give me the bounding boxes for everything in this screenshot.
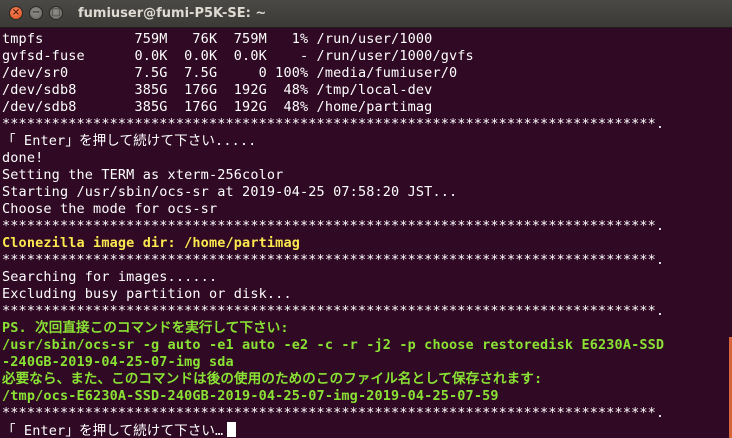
close-icon[interactable]: × <box>9 6 23 20</box>
terminal-line-text: /dev/sdb8 385G 176G 192G 48% /tmp/local-… <box>2 82 433 98</box>
terminal-line: gvfsd-fuse 0.0K 0.0K 0.0K - /run/user/10… <box>2 48 729 65</box>
terminal-line: /dev/sdb8 385G 176G 192G 48% /home/parti… <box>2 99 729 116</box>
terminal-line: ****************************************… <box>2 116 729 133</box>
terminal-line: -240GB-2019-04-25-07-img sda <box>2 354 729 371</box>
minimize-icon[interactable]: − <box>29 6 43 20</box>
terminal-line-text: ****************************************… <box>2 218 665 234</box>
terminal-line: ****************************************… <box>2 303 729 320</box>
terminal-line-text: /usr/sbin/ocs-sr -g auto -e1 auto -e2 -c… <box>2 337 665 353</box>
terminal-line-text: Starting /usr/sbin/ocs-sr at 2019-04-25 … <box>2 184 458 200</box>
terminal-line-text: ****************************************… <box>2 303 665 319</box>
terminal-line: /usr/sbin/ocs-sr -g auto -e1 auto -e2 -c… <box>2 337 729 354</box>
terminal-line-text: 「 Enter」を押して続けて下さい… <box>2 423 224 438</box>
terminal-line-text: /dev/sr0 7.5G 7.5G 0 100% /media/fumiuse… <box>2 65 458 81</box>
terminal-line-text: tmpfs 759M 76K 759M 1% /run/user/1000 <box>2 31 433 47</box>
terminal-line: Choose the mode for ocs-sr <box>2 201 729 218</box>
terminal-line: /tmp/ocs-E6230A-SSD-240GB-2019-04-25-07-… <box>2 388 729 405</box>
terminal-line-text: done! <box>2 150 44 166</box>
terminal-line-text: /dev/sdb8 385G 176G 192G 48% /home/parti… <box>2 99 433 115</box>
terminal-output[interactable]: tmpfs 759M 76K 759M 1% /run/user/1000 gvf… <box>0 29 729 438</box>
terminal-line-text: Setting the TERM as xterm-256color <box>2 167 284 183</box>
terminal-line: Clonezilla image dir: /home/partimag <box>2 235 729 252</box>
terminal-line: 必要なら、また、このコマンドは後の使用のためのこのファイル名として保存されます: <box>2 371 729 388</box>
maximize-icon[interactable]: □ <box>49 6 63 20</box>
terminal-line: /dev/sr0 7.5G 7.5G 0 100% /media/fumiuse… <box>2 65 729 82</box>
terminal-line: ****************************************… <box>2 218 729 235</box>
terminal-line-text: Choose the mode for ocs-sr <box>2 201 218 217</box>
terminal-line-text: ****************************************… <box>2 116 665 132</box>
terminal-line-text: ****************************************… <box>2 252 665 268</box>
title-bar[interactable]: × − □ fumiuser@fumi-P5K-SE: ~ <box>0 0 732 28</box>
terminal-line-text: Excluding busy partition or disk... <box>2 286 292 302</box>
terminal-line: ****************************************… <box>2 405 729 422</box>
terminal-line-text: 「 Enter」を押して続けて下さい..... <box>2 133 257 149</box>
terminal-line-text: Clonezilla image dir: /home/partimag <box>2 235 300 251</box>
terminal-line: ****************************************… <box>2 252 729 269</box>
terminal-line-text: ****************************************… <box>2 405 665 421</box>
terminal-cursor <box>227 422 237 437</box>
terminal-line: Setting the TERM as xterm-256color <box>2 167 729 184</box>
window-title: fumiuser@fumi-P5K-SE: ~ <box>78 6 267 21</box>
terminal-line-text: PS. 次回直接このコマンドを実行して下さい: <box>2 320 289 336</box>
terminal-line-text: -240GB-2019-04-25-07-img sda <box>2 354 234 370</box>
terminal-line-text: Searching for images...... <box>2 269 218 285</box>
terminal-line-text: /tmp/ocs-E6230A-SSD-240GB-2019-04-25-07-… <box>2 388 499 404</box>
terminal-line: tmpfs 759M 76K 759M 1% /run/user/1000 <box>2 31 729 48</box>
terminal-line: /dev/sdb8 385G 176G 192G 48% /tmp/local-… <box>2 82 729 99</box>
terminal-line: 「 Enter」を押して続けて下さい..... <box>2 133 729 150</box>
terminal-line: Searching for images...... <box>2 269 729 286</box>
terminal-line-text: gvfsd-fuse 0.0K 0.0K 0.0K - /run/user/10… <box>2 48 474 64</box>
terminal-line: 「 Enter」を押して続けて下さい… <box>2 422 729 438</box>
terminal-line: Excluding busy partition or disk... <box>2 286 729 303</box>
terminal-line: done! <box>2 150 729 167</box>
terminal-line-text: 必要なら、また、このコマンドは後の使用のためのこのファイル名として保存されます: <box>2 371 543 387</box>
terminal-line: PS. 次回直接このコマンドを実行して下さい: <box>2 320 729 337</box>
terminal-line: Starting /usr/sbin/ocs-sr at 2019-04-25 … <box>2 184 729 201</box>
terminal-window: × − □ fumiuser@fumi-P5K-SE: ~ tmpfs 759M… <box>0 0 732 438</box>
